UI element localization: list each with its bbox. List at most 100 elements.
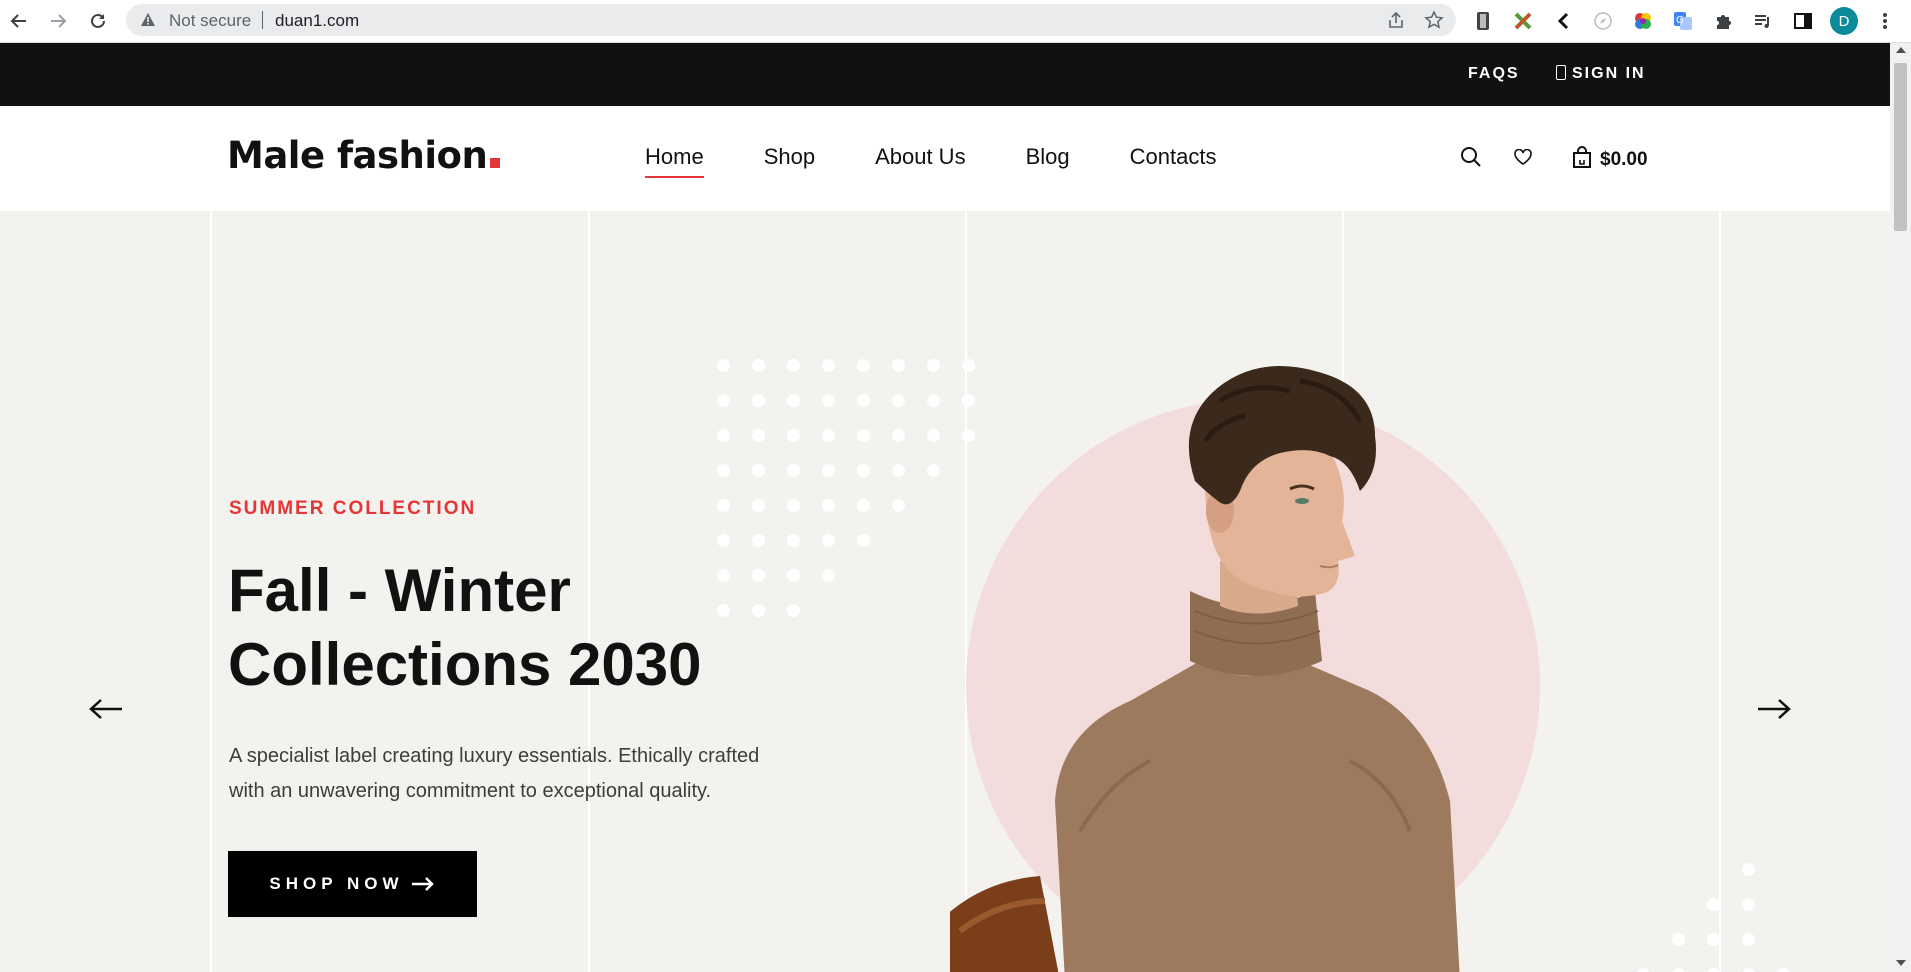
main-menu: Home Shop About Us Blog Contacts: [645, 144, 1216, 178]
decor-dot: [857, 534, 870, 547]
more-menu-icon[interactable]: [1872, 8, 1898, 34]
decor-dot: [822, 359, 835, 372]
decor-dot: [892, 359, 905, 372]
puzzle-icon[interactable]: [1710, 8, 1736, 34]
decor-dot: [892, 499, 905, 512]
logo-dot: [490, 158, 501, 168]
translate-icon[interactable]: G: [1670, 8, 1696, 34]
decor-dot: [717, 499, 730, 512]
decor-dot: [1742, 898, 1755, 911]
site-header: Male fashion Home Shop About Us Blog Con…: [0, 106, 1890, 211]
decor-dot: [717, 464, 730, 477]
site-logo[interactable]: Male fashion: [227, 134, 501, 177]
slider-next-arrow[interactable]: [1756, 697, 1792, 726]
decor-dot: [857, 394, 870, 407]
decor-dot: [892, 394, 905, 407]
menu-item-blog[interactable]: Blog: [1026, 144, 1070, 178]
decor-dot: [1637, 968, 1650, 972]
decor-dot: [717, 394, 730, 407]
address-bar[interactable]: Not secure duan1.com: [126, 4, 1456, 36]
decor-dot: [1672, 933, 1685, 946]
decor-dot: [927, 464, 940, 477]
phone-extension-icon[interactable]: [1470, 8, 1496, 34]
hero-kicker: SUMMER COLLECTION: [229, 498, 477, 519]
security-label[interactable]: Not secure: [169, 11, 251, 31]
decor-dot: [787, 359, 800, 372]
decor-dot: [787, 429, 800, 442]
compass-extension-icon[interactable]: [1590, 8, 1616, 34]
separator: [262, 11, 263, 29]
decor-dot: [787, 394, 800, 407]
bag-icon[interactable]: [1572, 146, 1592, 173]
menu-item-about-us[interactable]: About Us: [875, 144, 966, 178]
page-scrollbar[interactable]: [1890, 43, 1911, 972]
decor-dot: [717, 429, 730, 442]
menu-item-contacts[interactable]: Contacts: [1130, 144, 1217, 178]
scroll-up-icon[interactable]: [1896, 47, 1906, 53]
back-arrow-icon[interactable]: [6, 8, 32, 34]
decor-dot: [857, 464, 870, 477]
menu-item-shop[interactable]: Shop: [764, 144, 815, 178]
decor-dot: [822, 464, 835, 477]
logo-text: Male fashion: [227, 134, 488, 177]
hero-description: A specialist label creating luxury essen…: [229, 745, 760, 802]
cross-extension-icon[interactable]: [1510, 8, 1536, 34]
color-wheel-icon[interactable]: [1630, 8, 1656, 34]
faqs-link[interactable]: FAQS: [1468, 65, 1520, 83]
shop-now-button[interactable]: SHOP NOW: [228, 851, 477, 917]
model-image: [950, 366, 1460, 972]
scroll-thumb[interactable]: [1894, 63, 1907, 231]
decor-dot: [892, 464, 905, 477]
decor-dot: [752, 429, 765, 442]
sidepanel-icon[interactable]: [1790, 8, 1816, 34]
sign-in-link[interactable]: SIGN IN: [1556, 65, 1646, 83]
top-bar: FAQS SIGN IN: [0, 43, 1890, 106]
profile-avatar[interactable]: D: [1830, 7, 1858, 35]
decor-dot: [927, 429, 940, 442]
decor-dot: [787, 534, 800, 547]
decor-dot: [787, 499, 800, 512]
browser-toolbar: Not secure duan1.com G D: [0, 0, 1911, 43]
chevron-extension-icon[interactable]: [1550, 8, 1576, 34]
grid-line: [1719, 211, 1721, 972]
search-icon[interactable]: [1460, 146, 1482, 173]
decor-dot: [717, 359, 730, 372]
decor-dot: [927, 394, 940, 407]
hero-title: Fall - Winter Collections 2030: [228, 557, 702, 698]
arrow-right-icon: [411, 877, 434, 891]
decor-dot: [857, 499, 870, 512]
decor-dot: [822, 394, 835, 407]
share-icon[interactable]: [1386, 10, 1406, 35]
arrow-right-icon: [1758, 699, 1791, 719]
playlist-icon[interactable]: [1750, 8, 1776, 34]
sign-in-label: SIGN IN: [1572, 65, 1646, 82]
decor-dot: [752, 499, 765, 512]
decor-dot: [857, 429, 870, 442]
decor-dot: [1707, 898, 1720, 911]
scroll-down-icon[interactable]: [1896, 960, 1906, 966]
decor-dot: [752, 464, 765, 477]
decor-dot: [892, 429, 905, 442]
slider-prev-arrow[interactable]: [88, 697, 124, 726]
decor-dot: [752, 534, 765, 547]
warning-icon[interactable]: [140, 12, 156, 32]
star-icon[interactable]: [1424, 10, 1444, 35]
grid-line: [210, 211, 212, 972]
forward-arrow-icon[interactable]: [45, 8, 71, 34]
decor-dot: [822, 499, 835, 512]
heart-icon[interactable]: [1514, 148, 1532, 170]
decor-dot: [787, 464, 800, 477]
decor-dot: [927, 359, 940, 372]
svg-text:G: G: [1676, 15, 1684, 26]
arrow-left-icon: [89, 699, 122, 719]
decor-dot: [717, 534, 730, 547]
menu-item-home[interactable]: Home: [645, 144, 704, 178]
decor-dot: [1672, 968, 1685, 972]
decor-dot: [1742, 968, 1755, 972]
url-text[interactable]: duan1.com: [275, 11, 359, 31]
decor-dot: [1777, 968, 1790, 972]
cart-total[interactable]: $0.00: [1600, 149, 1648, 171]
decor-dot: [1742, 933, 1755, 946]
reload-icon[interactable]: [85, 8, 111, 34]
decor-dot: [822, 429, 835, 442]
